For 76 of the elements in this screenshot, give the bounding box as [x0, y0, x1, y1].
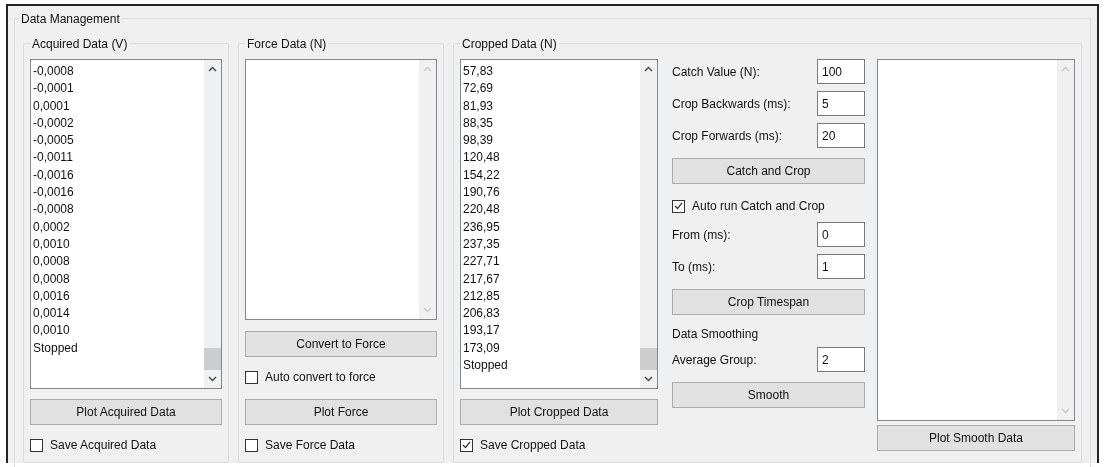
- input-field[interactable]: 1: [817, 254, 865, 279]
- button[interactable]: Plot Acquired Data: [30, 399, 222, 425]
- list-item[interactable]: 72,69: [463, 80, 640, 98]
- field-label: Catch Value (N):: [672, 63, 760, 81]
- scrollbar[interactable]: [640, 60, 657, 388]
- list-box[interactable]: [877, 59, 1075, 421]
- button[interactable]: Crop Timespan: [672, 289, 865, 315]
- list-item[interactable]: -0,0016: [33, 166, 204, 185]
- list-box[interactable]: 57,83 72,69 81,93 88,35 98,39 120,48 154,22 190,76 220,48 236,95 237,35 227,71 217,67 212,85 206,83 193,17 173,09 Stopped: [460, 59, 658, 389]
- checkbox-label: Save Force Data: [265, 437, 356, 454]
- list-item[interactable]: 154,22: [463, 166, 640, 185]
- check-icon: [462, 441, 471, 449]
- checkbox-label: Save Cropped Data: [480, 437, 586, 454]
- field-label: Average Group:: [672, 351, 757, 369]
- list-box[interactable]: -0,0008 -0,0001 0,0001 -0,0002 -0,0005 -0,0011 -0,0016 -0,0016 -0,0008 0,0002 0,0010 0,0008 0,0008 0,0016 0,0014 0,0010 Stopped: [30, 59, 222, 389]
- list-item[interactable]: 236,95: [463, 218, 640, 236]
- button[interactable]: Plot Force: [245, 399, 437, 425]
- list-item[interactable]: -0,0008: [33, 63, 204, 81]
- checkbox[interactable]: [245, 438, 258, 452]
- list-item[interactable]: 0,0008: [33, 253, 204, 271]
- field-label: To (ms):: [672, 258, 716, 276]
- scrollbar-thumb[interactable]: [204, 348, 221, 370]
- checkbox-label: Auto convert to force: [265, 369, 376, 386]
- check-icon: [674, 202, 683, 210]
- list-item[interactable]: Stopped: [33, 339, 204, 358]
- list-item[interactable]: -0,0002: [33, 114, 204, 133]
- list-item[interactable]: 212,85: [463, 287, 640, 306]
- list-item[interactable]: 206,83: [463, 305, 640, 323]
- list-item[interactable]: -0,0008: [33, 201, 204, 219]
- list-item[interactable]: 88,35: [463, 114, 640, 133]
- list-item[interactable]: 0,0014: [33, 305, 204, 323]
- scrollbar[interactable]: [204, 60, 221, 388]
- checkbox[interactable]: [30, 438, 43, 452]
- list-item[interactable]: 173,09: [463, 339, 640, 358]
- list-item[interactable]: 220,48: [463, 201, 640, 219]
- list-item[interactable]: -0,0005: [33, 132, 204, 150]
- list-item[interactable]: 190,76: [463, 184, 640, 202]
- button[interactable]: Catch and Crop: [672, 158, 865, 184]
- checkbox[interactable]: [460, 438, 473, 452]
- list-item[interactable]: 57,83: [463, 63, 640, 81]
- input-field[interactable]: 2: [817, 347, 865, 372]
- input-field[interactable]: 100: [817, 59, 865, 84]
- list-item[interactable]: -0,0001: [33, 80, 204, 98]
- button[interactable]: Plot Smooth Data: [877, 425, 1075, 451]
- list-item[interactable]: 0,0002: [33, 218, 204, 236]
- field-label: From (ms):: [672, 226, 731, 244]
- list-item[interactable]: 227,71: [463, 253, 640, 271]
- list-item[interactable]: 193,17: [463, 322, 640, 340]
- checkbox[interactable]: [245, 370, 258, 384]
- list-item[interactable]: 81,93: [463, 97, 640, 115]
- field-label: Crop Forwards (ms):: [672, 127, 782, 145]
- list-item[interactable]: 0,0010: [33, 235, 204, 254]
- list-item[interactable]: 120,48: [463, 149, 640, 167]
- button[interactable]: Convert to Force: [245, 331, 437, 357]
- list-item[interactable]: Stopped: [463, 357, 640, 375]
- list-item[interactable]: -0,0011: [33, 149, 204, 167]
- input-field[interactable]: 20: [817, 123, 865, 148]
- list-item[interactable]: 0,0001: [33, 97, 204, 115]
- input-field[interactable]: 0: [817, 222, 865, 247]
- list-item[interactable]: -0,0016: [33, 184, 204, 202]
- checkbox-label: Auto run Catch and Crop: [692, 198, 825, 215]
- input-field[interactable]: 5: [817, 91, 865, 116]
- field-label: Crop Backwards (ms):: [672, 95, 791, 113]
- checkbox-label: Save Acquired Data: [50, 437, 157, 454]
- list-item[interactable]: 98,39: [463, 132, 640, 150]
- list-item[interactable]: 0,0008: [33, 270, 204, 288]
- list-item[interactable]: 0,0010: [33, 322, 204, 340]
- list-box[interactable]: [245, 59, 437, 320]
- checkbox[interactable]: [672, 199, 685, 213]
- list-item[interactable]: 237,35: [463, 235, 640, 254]
- button[interactable]: Smooth: [672, 382, 865, 408]
- scrollbar-thumb[interactable]: [640, 348, 657, 370]
- section-title: Data Smoothing: [672, 326, 760, 343]
- list-item[interactable]: 0,0016: [33, 287, 204, 306]
- list-item[interactable]: 217,67: [463, 270, 640, 288]
- button[interactable]: Plot Cropped Data: [460, 399, 658, 425]
